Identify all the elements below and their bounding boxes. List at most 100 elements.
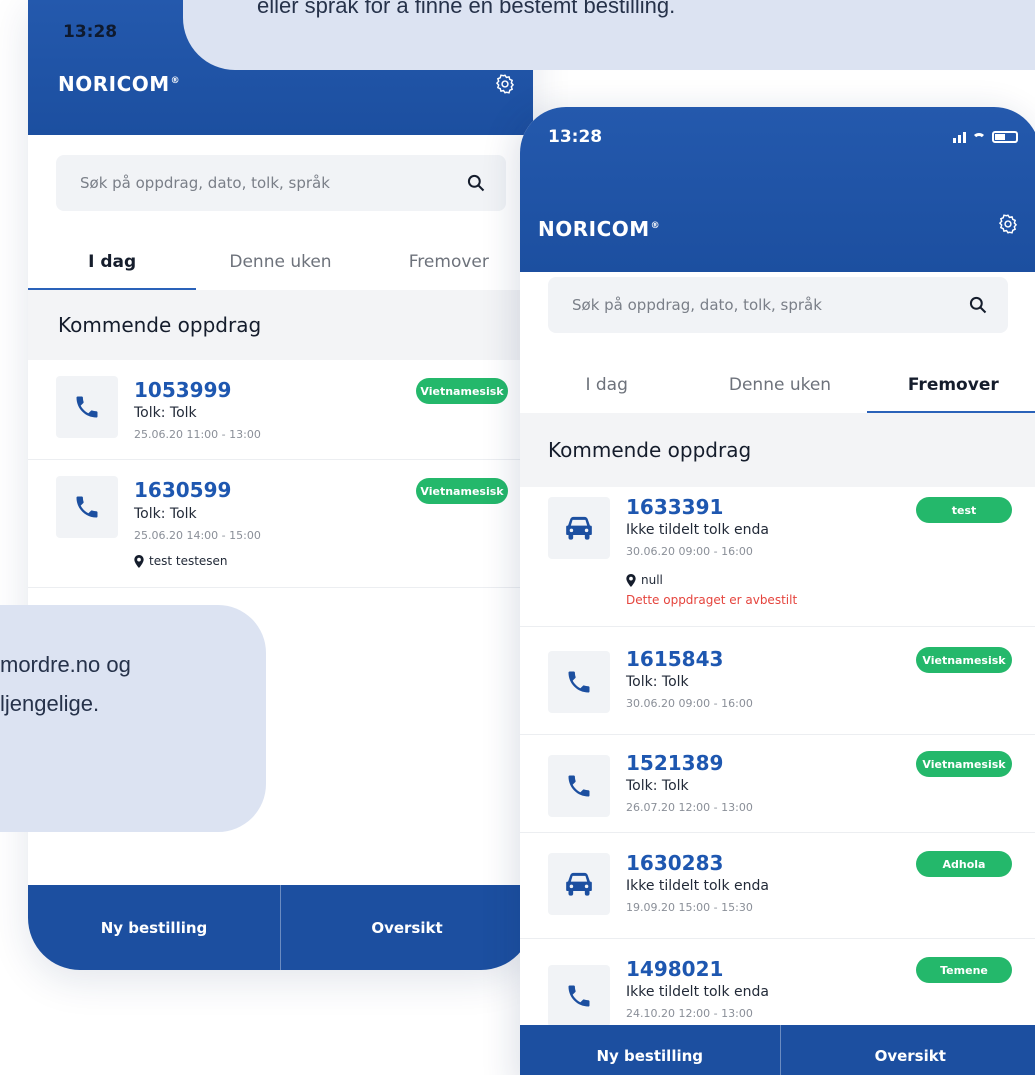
item-icon-box [548, 853, 610, 915]
search-input[interactable]: Søk på oppdrag, dato, tolk, språk [548, 277, 1008, 333]
search-icon[interactable] [466, 173, 486, 193]
list-item[interactable]: 1053999 Tolk: Tolk 25.06.20 11:00 - 13:0… [28, 360, 533, 460]
phone-icon [76, 396, 98, 418]
search-input[interactable]: Søk på oppdrag, dato, tolk, språk [56, 155, 506, 211]
time-text: 26.07.20 12:00 - 13:00 [626, 801, 753, 814]
phone-icon [568, 985, 590, 1007]
list-item[interactable]: 1633391 Ikke tildelt tolk enda 30.06.20 … [520, 487, 1035, 627]
language-badge: Vietnamesisk [416, 478, 508, 504]
car-icon [566, 872, 592, 896]
tab-fremover[interactable]: Fremover [365, 234, 533, 290]
tab-i-dag[interactable]: I dag [28, 234, 197, 290]
interpreter-text: Tolk: Tolk [134, 405, 197, 421]
time-text: 19.09.20 15:00 - 15:30 [626, 901, 753, 914]
order-id[interactable]: 1053999 [134, 378, 231, 402]
interpreter-text: Tolk: Tolk [626, 778, 689, 794]
bottom-nav: Ny bestilling Oversikt [520, 1025, 1035, 1075]
callout-bottom-line1: mordre.no og [0, 652, 131, 677]
list-item[interactable]: 1630599 Tolk: Tolk 25.06.20 14:00 - 15:0… [28, 460, 533, 588]
time-text: 30.06.20 09:00 - 16:00 [626, 545, 753, 558]
phone-icon [568, 775, 590, 797]
tab-denne-uken[interactable]: Denne uken [196, 234, 364, 290]
logo-text: NORICOM [538, 217, 650, 241]
list-item[interactable]: 1521389 Tolk: Tolk 26.07.20 12:00 - 13:0… [520, 735, 1035, 833]
order-id[interactable]: 1630283 [626, 851, 723, 875]
gear-icon[interactable] [494, 73, 516, 95]
location-pin-icon [626, 573, 636, 587]
overview-button[interactable]: Oversikt [281, 885, 533, 970]
screenshot-stage: 13:28 NORICOM® Søk på oppdrag, dato, tol… [0, 0, 1035, 1075]
order-id[interactable]: 1498021 [626, 957, 723, 981]
noricom-logo: NORICOM® [58, 72, 180, 96]
item-icon-box [56, 376, 118, 438]
order-list: 1053999 Tolk: Tolk 25.06.20 11:00 - 13:0… [28, 360, 533, 588]
time-text: 25.06.20 14:00 - 15:00 [134, 529, 261, 542]
location-text: test testesen [149, 554, 228, 568]
list-item[interactable]: 1630283 Ikke tildelt tolk enda 19.09.20 … [520, 833, 1035, 939]
item-icon-box [548, 651, 610, 713]
interpreter-text: Ikke tildelt tolk enda [626, 878, 769, 894]
cancelled-warning: Dette oppdraget er avbestilt [626, 593, 798, 607]
search-icon[interactable] [968, 295, 988, 315]
phone-icon [76, 496, 98, 518]
interpreter-text: Ikke tildelt tolk enda [626, 984, 769, 1000]
tab-bar: I dag Denne uken Fremover [520, 357, 1035, 413]
order-id[interactable]: 1630599 [134, 478, 231, 502]
phone-right: 13:28 NORICOM® Søk på oppdrag, dato, tol… [520, 107, 1035, 1075]
gear-icon[interactable] [997, 213, 1019, 235]
new-order-button[interactable]: Ny bestilling [520, 1025, 780, 1075]
location-text: null [641, 573, 663, 587]
location-pin-icon [134, 554, 144, 568]
language-badge: Vietnamesisk [416, 378, 508, 404]
logo-mark: ® [650, 221, 661, 232]
item-icon-box [56, 476, 118, 538]
language-badge: Vietnamesisk [916, 647, 1012, 673]
interpreter-text: Ikke tildelt tolk enda [626, 522, 769, 538]
search-placeholder: Søk på oppdrag, dato, tolk, språk [572, 296, 822, 314]
status-icons [953, 131, 1018, 143]
item-icon-box [548, 965, 610, 1027]
interpreter-text: Tolk: Tolk [134, 506, 197, 522]
order-list: 1633391 Ikke tildelt tolk enda 30.06.20 … [520, 487, 1035, 1049]
location-row: test testesen [134, 554, 228, 568]
interpreter-text: Tolk: Tolk [626, 674, 689, 690]
status-time: 13:28 [63, 22, 118, 42]
order-id[interactable]: 1615843 [626, 647, 723, 671]
time-text: 30.06.20 09:00 - 16:00 [626, 697, 753, 710]
app-header: 13:28 NORICOM® [520, 107, 1035, 272]
section-title: Kommende oppdrag [28, 290, 533, 360]
tab-i-dag[interactable]: I dag [520, 357, 693, 413]
overview-button[interactable]: Oversikt [781, 1025, 1035, 1075]
noricom-logo: NORICOM® [538, 217, 660, 241]
list-item[interactable]: 1615843 Tolk: Tolk 30.06.20 09:00 - 16:0… [520, 627, 1035, 735]
item-icon-box [548, 755, 610, 817]
status-time: 13:28 [548, 127, 603, 147]
callout-bottom-line2: ljengelige. [0, 691, 100, 717]
tab-fremover[interactable]: Fremover [866, 357, 1035, 413]
tab-bar: I dag Denne uken Fremover [28, 234, 533, 290]
time-text: 25.06.20 11:00 - 13:00 [134, 428, 261, 441]
callout-top: eller språk for å finne en bestemt besti… [183, 0, 1035, 70]
language-badge: Temene [916, 957, 1012, 983]
search-placeholder: Søk på oppdrag, dato, tolk, språk [80, 174, 330, 192]
section-title: Kommende oppdrag [520, 413, 1035, 487]
language-badge: Vietnamesisk [916, 751, 1012, 777]
bottom-nav: Ny bestilling Oversikt [28, 885, 533, 970]
location-row: null [626, 573, 663, 587]
battery-icon [992, 131, 1018, 143]
item-icon-box [548, 497, 610, 559]
order-id[interactable]: 1633391 [626, 495, 723, 519]
callout-top-text: eller språk for å finne en bestemt besti… [257, 0, 676, 18]
wifi-icon [972, 133, 986, 143]
order-id[interactable]: 1521389 [626, 751, 723, 775]
callout-bottom: mordre.no og ljengelige. [0, 605, 266, 832]
logo-mark: ® [170, 76, 181, 87]
logo-text: NORICOM [58, 72, 170, 96]
new-order-button[interactable]: Ny bestilling [28, 885, 280, 970]
phone-icon [568, 671, 590, 693]
time-text: 24.10.20 12:00 - 13:00 [626, 1007, 753, 1020]
language-badge: Adhola [916, 851, 1012, 877]
language-badge: test [916, 497, 1012, 523]
signal-icon [953, 131, 966, 143]
tab-denne-uken[interactable]: Denne uken [693, 357, 866, 413]
